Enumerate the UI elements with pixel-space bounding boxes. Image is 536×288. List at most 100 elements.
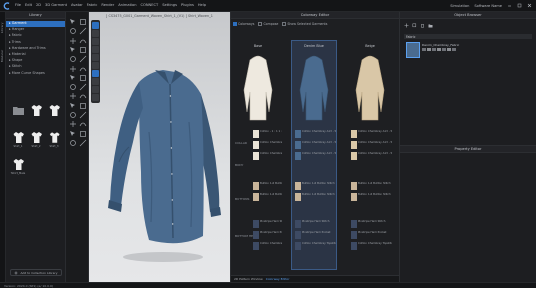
material-swatch[interactable] <box>295 220 301 228</box>
menu-item[interactable]: File <box>15 3 21 7</box>
internal-line-tool-icon[interactable] <box>79 83 87 91</box>
show-selected-checkbox[interactable]: Show Selected Garments <box>282 22 327 26</box>
menu-item[interactable]: Settings <box>162 3 177 7</box>
colorway-cell[interactable]: Cotton Chambray - Cotton <box>253 152 282 161</box>
menu-item[interactable]: Animation <box>118 3 136 7</box>
menu-item[interactable]: Help <box>198 3 206 7</box>
library-thumb-shirt[interactable]: Shirt_1 <box>10 131 26 155</box>
menu-item[interactable]: Render <box>101 3 114 7</box>
zipper-tool-icon[interactable] <box>79 120 87 128</box>
material-swatch[interactable] <box>351 152 357 160</box>
gather-tool-icon[interactable] <box>79 102 87 110</box>
material-swatch[interactable] <box>351 242 357 250</box>
menu-item[interactable]: Edit <box>25 3 32 7</box>
material-swatch[interactable] <box>253 193 259 201</box>
material-swatch[interactable] <box>351 182 357 190</box>
colorway-cell[interactable]: Button 1-6 Button Stitch <box>253 193 282 202</box>
dart-tool-icon[interactable] <box>79 92 87 100</box>
colorway-cell[interactable]: Pinstripe Hem Stitch <box>253 220 282 229</box>
colorway-cell[interactable]: Button 1-6 Button Stitch <box>351 182 392 191</box>
material-swatch[interactable] <box>351 141 357 149</box>
pin-tool-icon[interactable] <box>79 27 87 35</box>
colorway-cell[interactable]: Pinstripe Hem Stitch <box>351 220 392 229</box>
colorway-cell[interactable]: Pinstripe Hem Pocket <box>295 231 336 240</box>
fold-tool-icon[interactable] <box>69 37 77 45</box>
tab-2d-pattern-window[interactable]: 2D Pattern Window <box>234 277 263 281</box>
measure-tool-icon[interactable] <box>79 37 87 45</box>
fabric-section-header[interactable]: Fabric <box>404 34 532 39</box>
line-tool-icon[interactable] <box>69 65 77 73</box>
maximize-icon[interactable] <box>517 3 522 8</box>
arrange-tool-icon[interactable] <box>69 139 77 147</box>
material-swatch[interactable] <box>295 231 301 239</box>
circle-tool-icon[interactable] <box>69 83 77 91</box>
material-swatch[interactable] <box>253 182 259 190</box>
material-swatch[interactable] <box>351 220 357 228</box>
colorway-cell[interactable]: Button 1-6 Button Stitch <box>351 193 392 202</box>
material-swatch[interactable] <box>253 231 259 239</box>
pleat-tool-icon[interactable] <box>69 102 77 110</box>
rectangle-tool-icon[interactable] <box>79 74 87 82</box>
curve-tool-icon[interactable] <box>79 65 87 73</box>
add-to-collection-button[interactable]: Add to Collection Library <box>10 269 62 276</box>
library-thumb-shirt[interactable]: Shirt_3 <box>46 131 62 155</box>
material-swatch[interactable] <box>295 130 301 138</box>
colorway-cell[interactable]: Pinstripe Hem Stitch <box>295 220 336 229</box>
material-swatch[interactable] <box>253 130 259 138</box>
colorway-thumbnail[interactable] <box>297 52 331 124</box>
colorway-cell[interactable]: Cotton Chambray Topstitch <box>253 242 282 251</box>
colorway-cell[interactable]: Cotton Chambray Topstitch <box>351 242 392 251</box>
colorway-cell[interactable]: Cotton Chambray - 1 : 1 <box>253 141 282 150</box>
colorway-cell[interactable]: Cotton Chambray A13 - 5 <box>295 141 336 150</box>
colorway-cell[interactable]: Button 1-6 Button Stitch <box>253 182 282 191</box>
colorway-cell[interactable]: Button 1-6 Button Stitch <box>295 182 336 191</box>
library-thumb-shirt[interactable] <box>46 104 62 128</box>
brand-tool-icon[interactable] <box>79 139 87 147</box>
rotate-tool-icon[interactable] <box>69 27 77 35</box>
move-tool-icon[interactable] <box>79 18 87 26</box>
tab-colorway-editor[interactable]: Colorway Editor <box>266 277 290 281</box>
3d-shirt-model[interactable] <box>89 12 230 282</box>
tree-item-curve-shapes[interactable]: ▸ More Curve Shapes <box>9 71 62 77</box>
material-swatch[interactable] <box>351 130 357 138</box>
menu-item[interactable]: Plugins <box>181 3 194 7</box>
library-thumb-shirt[interactable] <box>28 104 44 128</box>
material-swatch[interactable] <box>253 141 259 149</box>
material-swatch[interactable] <box>295 182 301 190</box>
colorway-column-header[interactable]: Beige <box>349 44 391 50</box>
colorway-column-header[interactable]: Base <box>237 44 279 50</box>
library-thumb-shirt[interactable]: Shirt_2 <box>28 131 44 155</box>
pattern-tool-icon[interactable] <box>79 55 87 63</box>
fabric-tool-icon[interactable] <box>69 111 77 119</box>
material-swatch[interactable] <box>253 152 259 160</box>
material-swatch[interactable] <box>253 220 259 228</box>
colorway-cell[interactable]: Cotton Chambray A13 - 5 <box>351 152 392 161</box>
simulation-toggle[interactable]: Simulation <box>450 4 469 8</box>
texture-tool-icon[interactable] <box>79 111 87 119</box>
colorway-column-header[interactable]: Denim Blue <box>293 44 335 50</box>
folder-icon[interactable] <box>428 23 433 28</box>
colorways-checkbox[interactable]: Colorways <box>233 22 254 26</box>
add-icon[interactable] <box>404 23 409 28</box>
material-swatch[interactable] <box>295 141 301 149</box>
segment-tool-icon[interactable] <box>79 46 87 54</box>
compose-checkbox[interactable]: Compose <box>258 22 278 26</box>
colorway-cell[interactable]: Pinstripe Hem Pocket <box>253 231 282 240</box>
menu-item[interactable]: 3D Garment <box>45 3 67 7</box>
colorway-cell[interactable]: Pinstripe Hem Pocket <box>351 231 392 240</box>
colorway-thumbnail[interactable] <box>241 52 275 124</box>
colorway-cell[interactable]: Cotton - 1 : 1 1 : 1 1 <box>253 130 282 139</box>
3d-viewport[interactable]: [ CS3475_G001_Garment_Woven_Shirt_1_(V1)… <box>89 12 230 282</box>
delete-icon[interactable] <box>420 23 425 28</box>
colorway-cell[interactable]: Button 1-6 Button Stitch <box>295 193 336 202</box>
colorway-cell[interactable]: Cotton Chambray A13 - 5 <box>295 130 336 139</box>
material-swatch[interactable] <box>351 193 357 201</box>
close-icon[interactable] <box>527 3 532 8</box>
menu-item[interactable]: Avatar <box>71 3 83 7</box>
notch-tool-icon[interactable] <box>69 92 77 100</box>
menu-item[interactable]: 2D <box>36 3 41 7</box>
material-swatch[interactable] <box>295 152 301 160</box>
select-tool-icon[interactable] <box>69 18 77 26</box>
library-thumb-shirt[interactable]: Tshirt_Male <box>10 158 26 182</box>
menu-item[interactable]: Fabric <box>87 3 98 7</box>
